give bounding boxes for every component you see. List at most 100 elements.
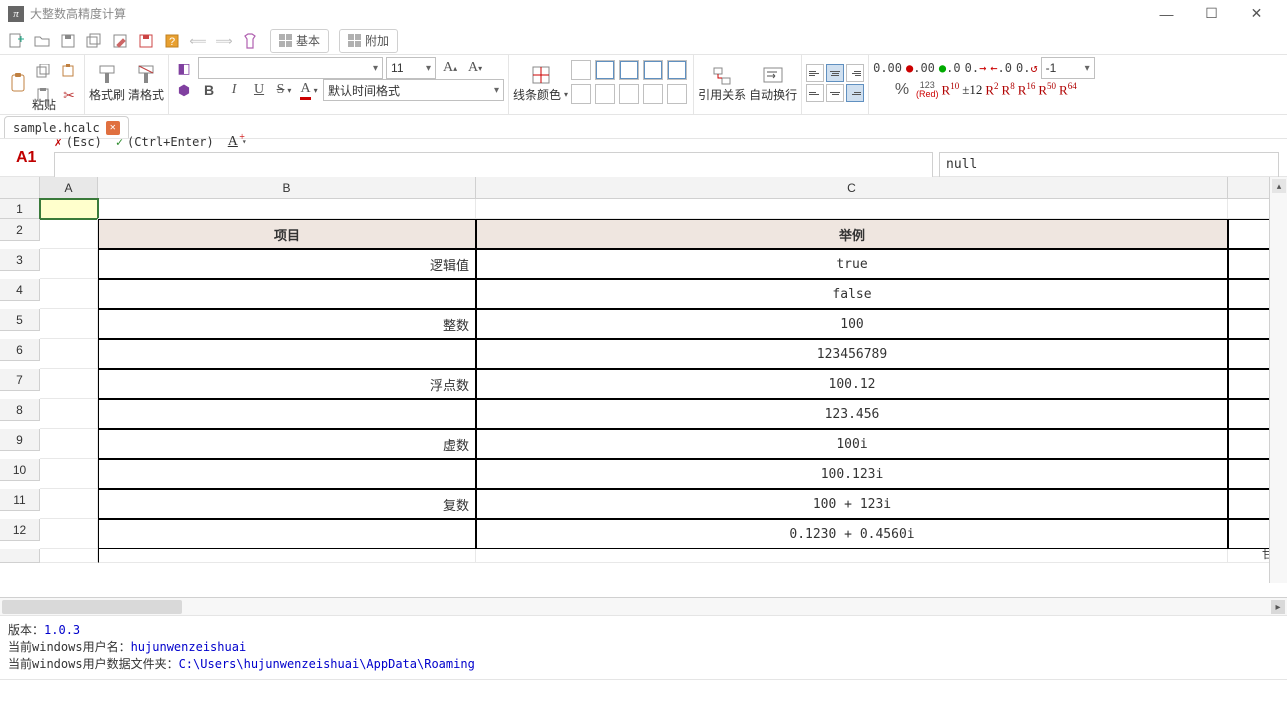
strikethrough-button[interactable]: S▾ [273, 79, 295, 101]
r64-button[interactable]: R64 [1059, 81, 1077, 98]
cell-B3[interactable]: 逻辑值 [98, 249, 476, 279]
row-header[interactable] [0, 549, 40, 563]
close-button[interactable]: ✕ [1234, 0, 1279, 27]
cell-C7[interactable]: 100.12 [476, 369, 1228, 399]
cell-C10[interactable]: 100.123i [476, 459, 1228, 489]
cell-C6[interactable]: 123456789 [476, 339, 1228, 369]
copy-icon[interactable] [33, 60, 55, 82]
border-preset-grid[interactable] [571, 60, 689, 106]
cell-B11[interactable]: 复数 [98, 489, 476, 519]
cell-B9[interactable]: 虚数 [98, 429, 476, 459]
col-header-C[interactable]: C [476, 177, 1228, 199]
row-header[interactable]: 7 [0, 369, 40, 391]
row-header[interactable]: 5 [0, 309, 40, 331]
col-header-B[interactable]: B [98, 177, 476, 199]
fmt3[interactable]: ●.0 [939, 61, 961, 75]
cell-B1[interactable] [98, 199, 476, 219]
cell-C3[interactable]: true [476, 249, 1228, 279]
fmt4[interactable]: 0.→ [965, 61, 987, 75]
cell[interactable] [40, 309, 98, 339]
row-header[interactable]: 2 [0, 219, 40, 241]
font-size-combo[interactable]: 11▾ [386, 57, 436, 79]
open-icon[interactable] [32, 31, 52, 51]
reference-icon[interactable] [711, 64, 733, 86]
cell-C4[interactable]: false [476, 279, 1228, 309]
row-header[interactable]: 1 [0, 199, 40, 219]
cancel-edit-button[interactable]: ✗(Esc) [54, 135, 101, 149]
r16-button[interactable]: R16 [1018, 81, 1036, 98]
italic-button[interactable]: I [223, 79, 245, 101]
cell[interactable] [40, 459, 98, 489]
cell[interactable] [40, 249, 98, 279]
font-color-button[interactable]: A▾ [298, 79, 320, 101]
fmt1[interactable]: 0.00 [873, 61, 902, 75]
help-icon[interactable]: ? [162, 31, 182, 51]
row-header[interactable]: 4 [0, 279, 40, 301]
percent-button[interactable]: % [891, 79, 913, 101]
auto-wrap-icon[interactable] [762, 64, 784, 86]
number-format-combo[interactable]: -1▾ [1041, 57, 1095, 79]
theme-icon[interactable]: ◧ [173, 57, 195, 79]
tshirt-icon[interactable] [240, 31, 260, 51]
cell-B10[interactable] [98, 459, 476, 489]
maximize-button[interactable]: ☐ [1189, 0, 1234, 27]
row-header[interactable]: 9 [0, 429, 40, 451]
confirm-edit-button[interactable]: ✓(Ctrl+Enter) [116, 135, 214, 149]
cell[interactable] [476, 549, 1228, 563]
cell-C8[interactable]: 123.456 [476, 399, 1228, 429]
clear-format-icon[interactable] [135, 64, 157, 86]
palette-icon[interactable]: ⬢ [173, 79, 195, 101]
cell-B6[interactable] [98, 339, 476, 369]
cell-C11[interactable]: 100 + 123i [476, 489, 1228, 519]
row-header[interactable]: 11 [0, 489, 40, 511]
fmt6[interactable]: 0.↺ [1016, 61, 1038, 75]
row-header[interactable]: 8 [0, 399, 40, 421]
col-header-A[interactable]: A [40, 177, 98, 199]
r50-button[interactable]: R50 [1038, 81, 1056, 98]
cell-C9[interactable]: 100i [476, 429, 1228, 459]
save-icon[interactable] [58, 31, 78, 51]
time-format-combo[interactable]: 默认时间格式▾ [323, 79, 504, 101]
cell-C1[interactable] [476, 199, 1228, 219]
undo-icon[interactable]: ⟸ [188, 31, 208, 51]
cell[interactable] [40, 549, 98, 563]
new-icon[interactable] [6, 31, 26, 51]
r12-button[interactable]: ±12 [962, 82, 982, 98]
row-header[interactable]: 10 [0, 459, 40, 481]
save-all-icon[interactable] [84, 31, 104, 51]
line-color-icon[interactable] [530, 64, 552, 86]
vertical-scrollbar[interactable]: ▴ [1269, 177, 1287, 583]
horizontal-scrollbar[interactable]: ▸ [0, 597, 1287, 615]
bold-button[interactable]: B [198, 79, 220, 101]
view-tab-extra[interactable]: 附加 [339, 29, 398, 53]
cell-C2[interactable]: 举例 [476, 219, 1228, 249]
cell-B5[interactable]: 整数 [98, 309, 476, 339]
r8-button[interactable]: R8 [1002, 81, 1015, 98]
cell-B2[interactable]: 项目 [98, 219, 476, 249]
line-color-label[interactable]: 线条颜色 ▾ [513, 86, 568, 102]
format-edit-button[interactable]: A+ ▾ [228, 134, 247, 150]
cell[interactable] [40, 519, 98, 549]
paste-icon[interactable] [8, 72, 30, 94]
cell-B7[interactable]: 浮点数 [98, 369, 476, 399]
r2-button[interactable]: R2 [985, 81, 998, 98]
copy-format-icon[interactable] [58, 60, 80, 82]
row-header[interactable]: 6 [0, 339, 40, 361]
minimize-button[interactable]: — [1144, 0, 1189, 27]
save-red-icon[interactable] [136, 31, 156, 51]
cell-B12[interactable] [98, 519, 476, 549]
row-header[interactable]: 12 [0, 519, 40, 541]
cell-C12[interactable]: 0.1230 + 0.4560i [476, 519, 1228, 549]
cell[interactable] [40, 429, 98, 459]
save-as-icon[interactable] [110, 31, 130, 51]
cell-A2[interactable] [40, 219, 98, 249]
cell[interactable] [40, 279, 98, 309]
cell-B8[interactable] [98, 399, 476, 429]
cell[interactable] [98, 549, 476, 563]
underline-button[interactable]: U [248, 79, 270, 101]
cell[interactable] [40, 399, 98, 429]
font-combo[interactable]: ▾ [198, 57, 383, 79]
cut-icon[interactable]: ✂ [58, 84, 80, 106]
alignment-grid[interactable] [806, 64, 864, 102]
cell-A1[interactable] [40, 199, 98, 219]
